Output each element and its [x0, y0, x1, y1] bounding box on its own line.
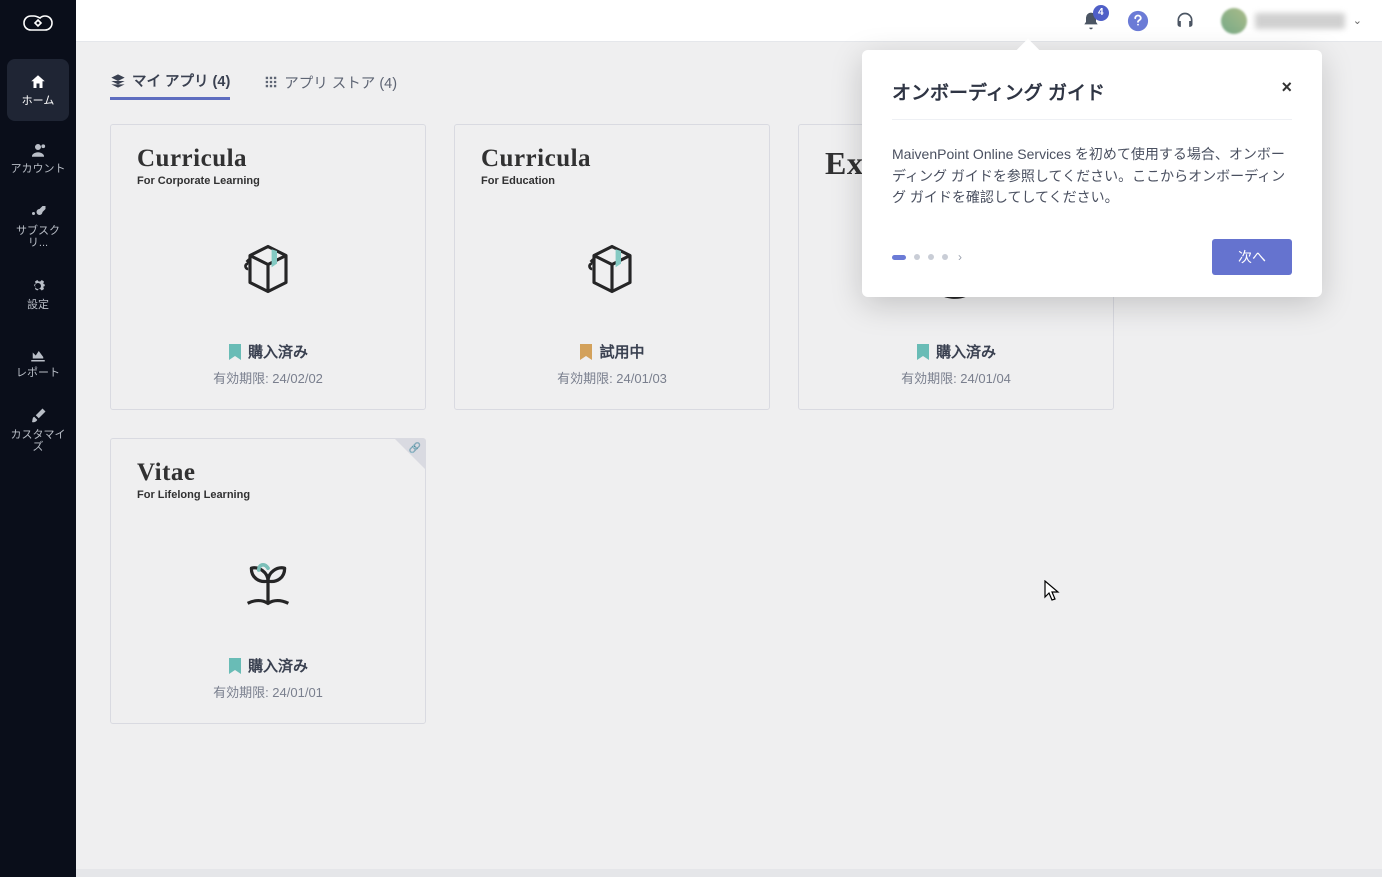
step-dots: › — [892, 250, 962, 264]
help-icon — [1127, 10, 1149, 32]
nav-report[interactable]: レポート — [7, 331, 69, 393]
dots-next-icon[interactable]: › — [958, 250, 962, 264]
nav-label: レポート — [16, 367, 60, 379]
notifications-button[interactable]: 4 — [1081, 11, 1101, 31]
gear-icon — [29, 277, 47, 295]
notification-badge: 4 — [1093, 5, 1109, 21]
step-dot — [914, 254, 920, 260]
logo — [18, 8, 58, 40]
step-dot-active — [892, 255, 906, 260]
popover-header: オンボーディング ガイド × — [892, 78, 1292, 120]
nav-label: ホーム — [22, 95, 55, 107]
support-button[interactable] — [1175, 11, 1195, 31]
topbar: 4 ⌄ — [76, 0, 1382, 42]
users-icon — [29, 141, 47, 159]
popover-body: MaivenPoint Online Services を初めて使用する場合、オ… — [892, 120, 1292, 209]
nav-account[interactable]: アカウント — [7, 127, 69, 189]
nav-label: カスタマイズ — [7, 429, 69, 453]
close-button[interactable]: × — [1281, 78, 1292, 96]
brush-icon — [29, 407, 47, 425]
headset-icon — [1175, 11, 1195, 31]
nav-label: 設定 — [27, 299, 49, 311]
nav-home[interactable]: ホーム — [7, 59, 69, 121]
username — [1255, 13, 1345, 29]
sidebar: ホーム アカウント サブスクリ... 設定 レポート カスタマイズ — [0, 0, 76, 877]
nav-label: アカウント — [11, 163, 66, 175]
nav-customize[interactable]: カスタマイズ — [7, 399, 69, 461]
nav-settings[interactable]: 設定 — [7, 263, 69, 325]
onboarding-popover: オンボーディング ガイド × MaivenPoint Online Servic… — [862, 50, 1322, 297]
step-dot — [928, 254, 934, 260]
avatar — [1221, 8, 1247, 34]
user-menu[interactable]: ⌄ — [1221, 8, 1362, 34]
help-button[interactable] — [1127, 10, 1149, 32]
popover-title: オンボーディング ガイド — [892, 78, 1105, 105]
step-dot — [942, 254, 948, 260]
nav-label: サブスクリ... — [7, 225, 69, 249]
home-icon — [29, 73, 47, 91]
popover-footer: › 次へ — [892, 239, 1292, 275]
chevron-down-icon: ⌄ — [1353, 14, 1362, 27]
nav-subscription[interactable]: サブスクリ... — [7, 195, 69, 257]
key-icon — [29, 203, 47, 221]
next-button[interactable]: 次へ — [1212, 239, 1292, 275]
chart-icon — [29, 345, 47, 363]
